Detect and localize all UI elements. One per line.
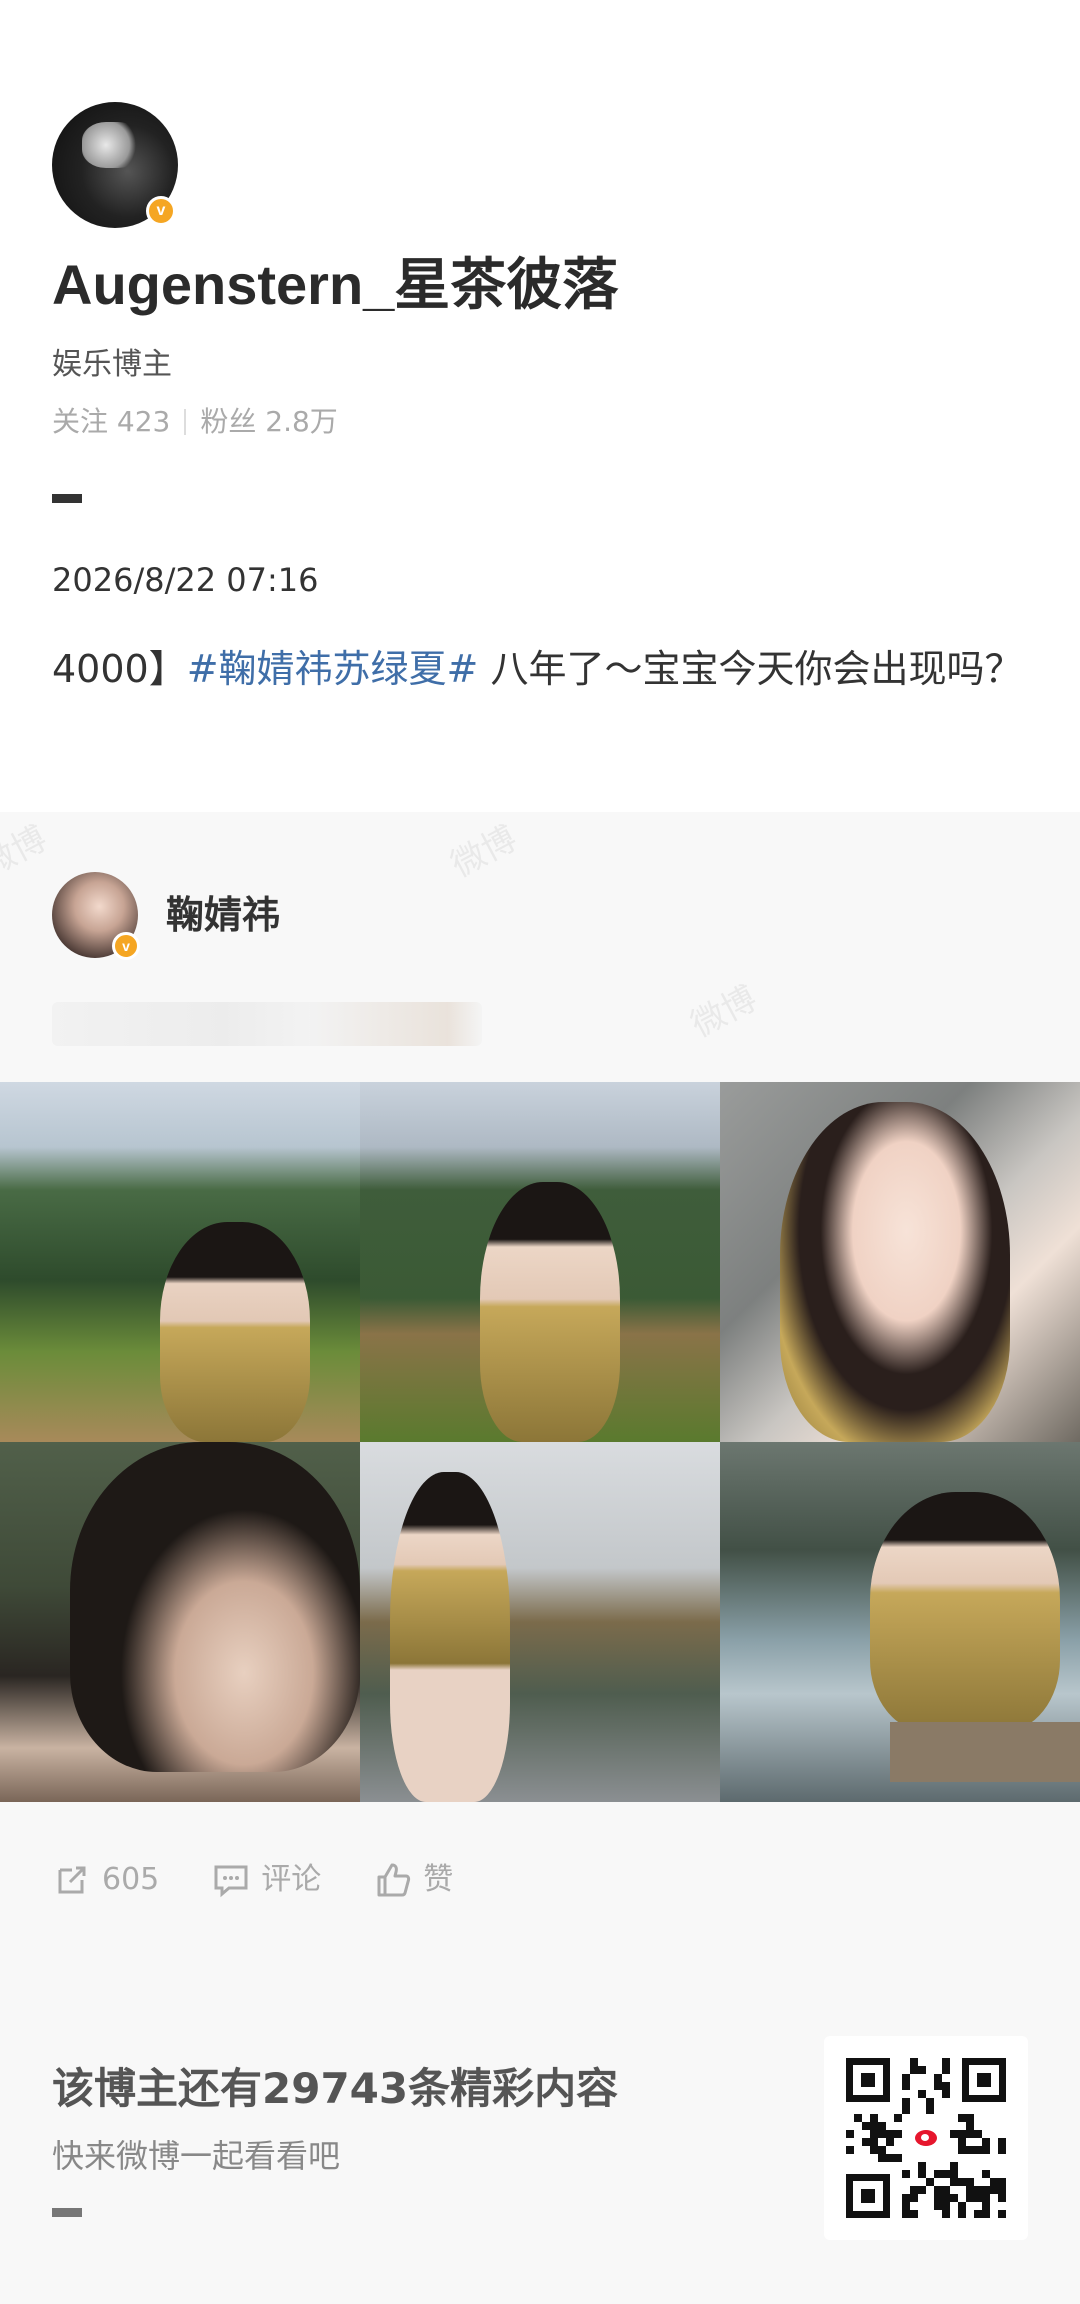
section-divider <box>52 494 82 503</box>
like-label: 赞 <box>423 1862 454 1897</box>
promo-subtitle: 快来微博一起看看吧 <box>52 2137 341 2175</box>
author-role: 娱乐博主 <box>52 347 172 382</box>
repost-card[interactable]: 微博 微博 微博 v 鞠婧祎 605 评论 赞 <box>0 812 1080 1948</box>
photo-4[interactable] <box>0 1442 360 1802</box>
like-button[interactable]: 赞 <box>373 1860 453 1900</box>
blurred-text <box>52 1002 482 1046</box>
promo-footer: 该博主还有29743条精彩内容 快来微博一起看看吧 <box>0 1948 1080 2304</box>
share-icon <box>58 1866 86 1894</box>
photo-1[interactable] <box>0 1082 360 1442</box>
section-divider <box>52 2208 82 2217</box>
following-count[interactable]: 关注 423 <box>52 402 170 442</box>
share-button[interactable]: 605 <box>52 1860 159 1900</box>
watermark: 微博 <box>0 818 54 886</box>
comment-icon <box>214 1865 248 1898</box>
comment-label: 评论 <box>261 1862 322 1897</box>
hashtag-link[interactable]: #鞠婧祎苏绿夏# <box>187 647 479 691</box>
photo-5[interactable] <box>360 1442 720 1802</box>
stats-divider <box>184 409 187 435</box>
photo-6[interactable] <box>720 1442 1080 1802</box>
author-stats: 关注 423 粉丝 2.8万 <box>52 402 338 442</box>
author-header: v Augenstern_星茶彼落 娱乐博主 关注 423 粉丝 2.8万 20… <box>0 0 1080 812</box>
action-bar: 605 评论 赞 <box>52 1860 453 1900</box>
watermark: 微博 <box>684 978 764 1046</box>
photo-3[interactable] <box>720 1082 1080 1442</box>
post-date: 2026/8/22 07:16 <box>52 561 319 599</box>
share-count: 605 <box>102 1862 160 1897</box>
post-text-suffix: 八年了～宝宝今天你会出现吗？ <box>478 647 1023 691</box>
comment-button[interactable]: 评论 <box>211 1860 321 1900</box>
photo-grid <box>0 1082 1080 1802</box>
qr-code-icon <box>846 2058 1006 2218</box>
photo-2[interactable] <box>360 1082 720 1442</box>
original-author-name[interactable]: 鞠婧祎 <box>166 890 280 940</box>
author-username[interactable]: Augenstern_星茶彼落 <box>52 250 618 320</box>
promo-title: 该博主还有29743条精彩内容 <box>52 2064 619 2113</box>
weibo-logo-icon <box>908 2120 944 2156</box>
verified-badge-icon: v <box>112 932 140 960</box>
verified-badge-icon: v <box>146 196 176 226</box>
followers-count[interactable]: 粉丝 2.8万 <box>200 402 337 442</box>
post-text: 4000】#鞠婧祎苏绿夏# 八年了～宝宝今天你会出现吗？ <box>52 630 1032 708</box>
post-text-prefix: 4000】 <box>52 647 187 691</box>
watermark: 微博 <box>444 818 524 886</box>
like-icon <box>377 1863 411 1897</box>
qr-code[interactable] <box>824 2036 1028 2240</box>
